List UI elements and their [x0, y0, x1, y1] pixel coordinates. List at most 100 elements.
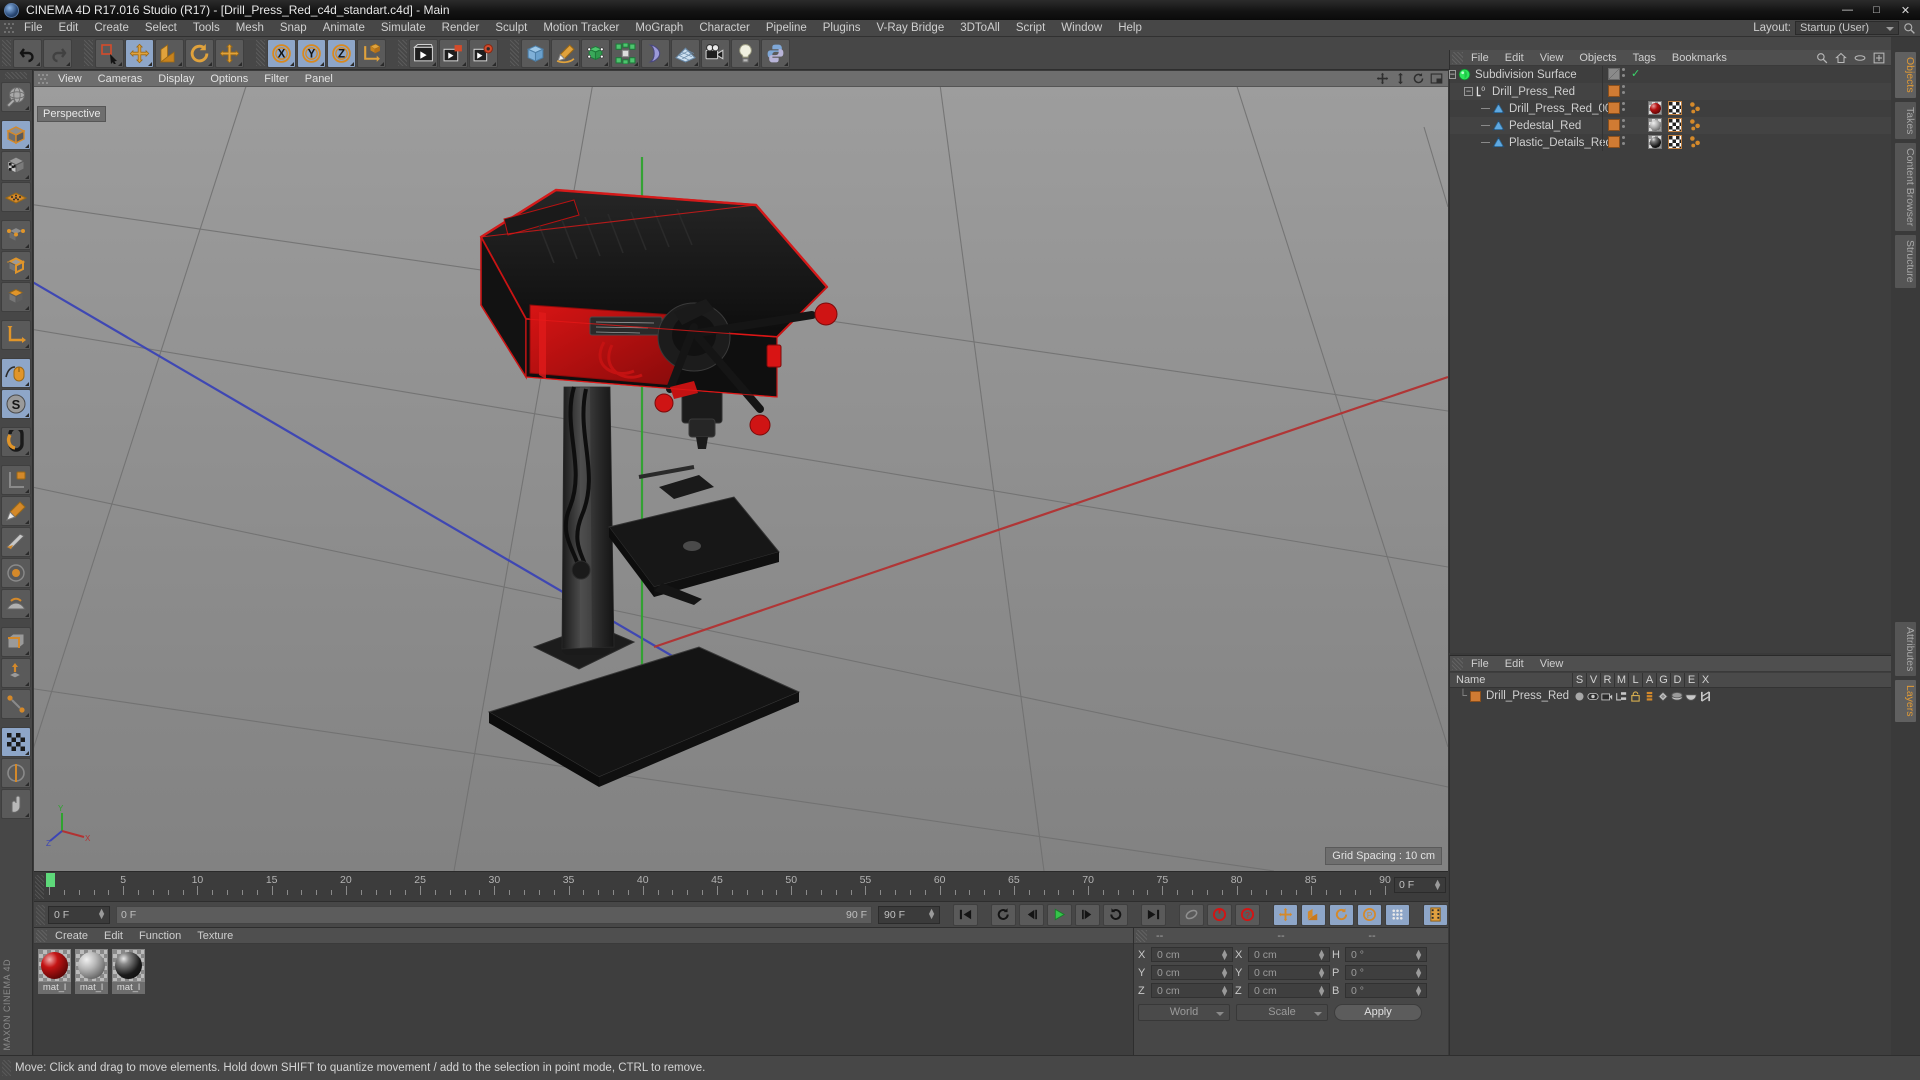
- dropdown-corner-icon[interactable]: [694, 61, 698, 66]
- menu-item-display[interactable]: Display: [150, 72, 202, 86]
- material-preview-thumbnail[interactable]: [38, 949, 71, 982]
- menu-item-cameras[interactable]: Cameras: [90, 72, 151, 86]
- material-list[interactable]: mat_l mat_l mat_l: [34, 944, 1133, 1055]
- edge-mode-button[interactable]: [1, 251, 31, 281]
- editor-visibility-dot[interactable]: [1622, 102, 1625, 105]
- dropdown-corner-icon[interactable]: [544, 61, 548, 66]
- render-region-button[interactable]: [439, 38, 468, 68]
- home-icon[interactable]: [1835, 52, 1847, 64]
- dropdown-corner-icon[interactable]: [462, 61, 466, 66]
- menu-item-edit[interactable]: Edit: [51, 20, 87, 36]
- material-tag-icon[interactable]: [1648, 135, 1662, 149]
- position-x-field[interactable]: 0 cm ▲ ▼: [1151, 947, 1233, 962]
- end-frame-field[interactable]: 90 F ▲ ▼: [878, 905, 940, 924]
- layout-select[interactable]: Startup (User): [1795, 21, 1899, 35]
- add-generator-button[interactable]: [581, 38, 610, 68]
- start-frame-field[interactable]: 0 F ▲ ▼: [48, 905, 110, 924]
- dropdown-corner-icon[interactable]: [25, 489, 29, 493]
- record-active-objects-button[interactable]: [1179, 903, 1204, 926]
- extrude-button[interactable]: [1, 658, 31, 688]
- left-toolbar-grip-icon[interactable]: [5, 72, 27, 79]
- menu-item-animate[interactable]: Animate: [315, 20, 373, 36]
- dropdown-corner-icon[interactable]: [25, 175, 29, 179]
- dropdown-corner-icon[interactable]: [66, 61, 70, 66]
- timeline-current-frame-field[interactable]: 0 F ▲ ▼: [1394, 877, 1446, 893]
- size-mode-select[interactable]: Scale: [1236, 1004, 1328, 1021]
- toolbar-group-grip-icon[interactable]: [256, 40, 265, 66]
- menu-grip-icon[interactable]: [2, 21, 16, 35]
- timeline-track[interactable]: 051015202530354045505560657075808590: [46, 872, 1391, 902]
- object-tree[interactable]: − Subdivision Surface ✓ −0 Drill_Press_Red Dr…: [1448, 66, 1891, 653]
- render-visibility-dot[interactable]: [1622, 91, 1625, 94]
- menu-item-help[interactable]: Help: [1110, 20, 1150, 36]
- layer-column-s[interactable]: S: [1572, 672, 1586, 688]
- dropdown-corner-icon[interactable]: [25, 344, 29, 348]
- menu-item-file[interactable]: File: [1463, 51, 1497, 65]
- add-camera-button[interactable]: [701, 38, 730, 68]
- object-row[interactable]: Drill_Press_Red_001: [1450, 100, 1891, 117]
- minimize-button[interactable]: —: [1833, 0, 1862, 20]
- menu-item-edit[interactable]: Edit: [96, 929, 131, 943]
- dock-tab-attributes[interactable]: Attributes: [1894, 620, 1917, 678]
- menu-item-function[interactable]: Function: [131, 929, 189, 943]
- polygon-object-icon[interactable]: [1492, 102, 1505, 115]
- timeline-grip-icon[interactable]: [35, 875, 44, 899]
- menu-item-mesh[interactable]: Mesh: [228, 20, 272, 36]
- dropdown-corner-icon[interactable]: [25, 275, 29, 279]
- scale-tool-button[interactable]: [155, 38, 184, 68]
- goto-start-button[interactable]: [953, 903, 978, 926]
- menu-item-create[interactable]: Create: [86, 20, 137, 36]
- layer-column-e[interactable]: E: [1684, 672, 1698, 688]
- object-name-label[interactable]: Plastic_Details_Red: [1509, 137, 1612, 149]
- size-y-field[interactable]: 0 cm ▲ ▼: [1248, 965, 1330, 980]
- menu-item-edit[interactable]: Edit: [1497, 657, 1532, 671]
- layer-column-r[interactable]: R: [1600, 672, 1614, 688]
- apply-button[interactable]: Apply: [1334, 1004, 1422, 1021]
- menu-item-filter[interactable]: Filter: [256, 72, 296, 86]
- maximize-viewport-icon[interactable]: [1430, 72, 1443, 85]
- undo-button[interactable]: [13, 38, 42, 68]
- dropdown-corner-icon[interactable]: [290, 61, 294, 66]
- add-panel-icon[interactable]: [1873, 52, 1885, 64]
- rotate-viewport-icon[interactable]: [1412, 72, 1425, 85]
- bevel-button[interactable]: [1, 627, 31, 657]
- rotation-key-button[interactable]: [1329, 903, 1354, 926]
- visibility-dots-toggle[interactable]: [1622, 68, 1626, 80]
- spinner-icon[interactable]: ▲ ▼: [927, 906, 936, 920]
- dock-tab-structure[interactable]: Structure: [1894, 234, 1917, 289]
- view-flag-icon[interactable]: [1586, 691, 1600, 702]
- coordinates-grip-icon[interactable]: [1136, 929, 1147, 942]
- dropdown-corner-icon[interactable]: [574, 61, 578, 66]
- dropdown-corner-icon[interactable]: [178, 61, 182, 66]
- play-button[interactable]: [1047, 903, 1072, 926]
- timeline-playhead[interactable]: [46, 873, 55, 887]
- layer-column-g[interactable]: G: [1656, 672, 1670, 688]
- position-key-button[interactable]: [1273, 903, 1298, 926]
- material-item[interactable]: mat_l: [112, 949, 145, 1050]
- rotate-tool-button[interactable]: [185, 38, 214, 68]
- dropdown-corner-icon[interactable]: [380, 61, 384, 66]
- menu-item-select[interactable]: Select: [137, 20, 185, 36]
- play-forward-loop-button[interactable]: [1103, 903, 1128, 926]
- layer-manager-grip-icon[interactable]: [1452, 657, 1463, 670]
- dropdown-corner-icon[interactable]: [634, 61, 638, 66]
- layer-column-l[interactable]: L: [1628, 672, 1642, 688]
- model-mode-button[interactable]: [1, 120, 31, 150]
- step-forward-button[interactable]: [1075, 903, 1100, 926]
- spinner-icon[interactable]: ▲ ▼: [1220, 984, 1229, 998]
- autokeying-button[interactable]: [1207, 903, 1232, 926]
- live-selection-button[interactable]: [95, 38, 124, 68]
- make-editable-button[interactable]: [1, 82, 31, 112]
- menu-item-options[interactable]: Options: [202, 72, 256, 86]
- spinner-icon[interactable]: ▲ ▼: [97, 906, 106, 920]
- uv-checker-button[interactable]: [1, 727, 31, 757]
- add-deformer-button[interactable]: [641, 38, 670, 68]
- render-visibility-dot[interactable]: [1622, 74, 1625, 77]
- layer-column-d[interactable]: D: [1670, 672, 1684, 688]
- texture-mode-button[interactable]: [1, 151, 31, 181]
- position-y-field[interactable]: 0 cm ▲ ▼: [1151, 965, 1233, 980]
- redo-button[interactable]: [43, 38, 72, 68]
- spinner-icon[interactable]: ▲ ▼: [1317, 984, 1326, 998]
- material-tag-icon[interactable]: [1648, 118, 1662, 132]
- object-row[interactable]: − Subdivision Surface ✓: [1448, 66, 1891, 83]
